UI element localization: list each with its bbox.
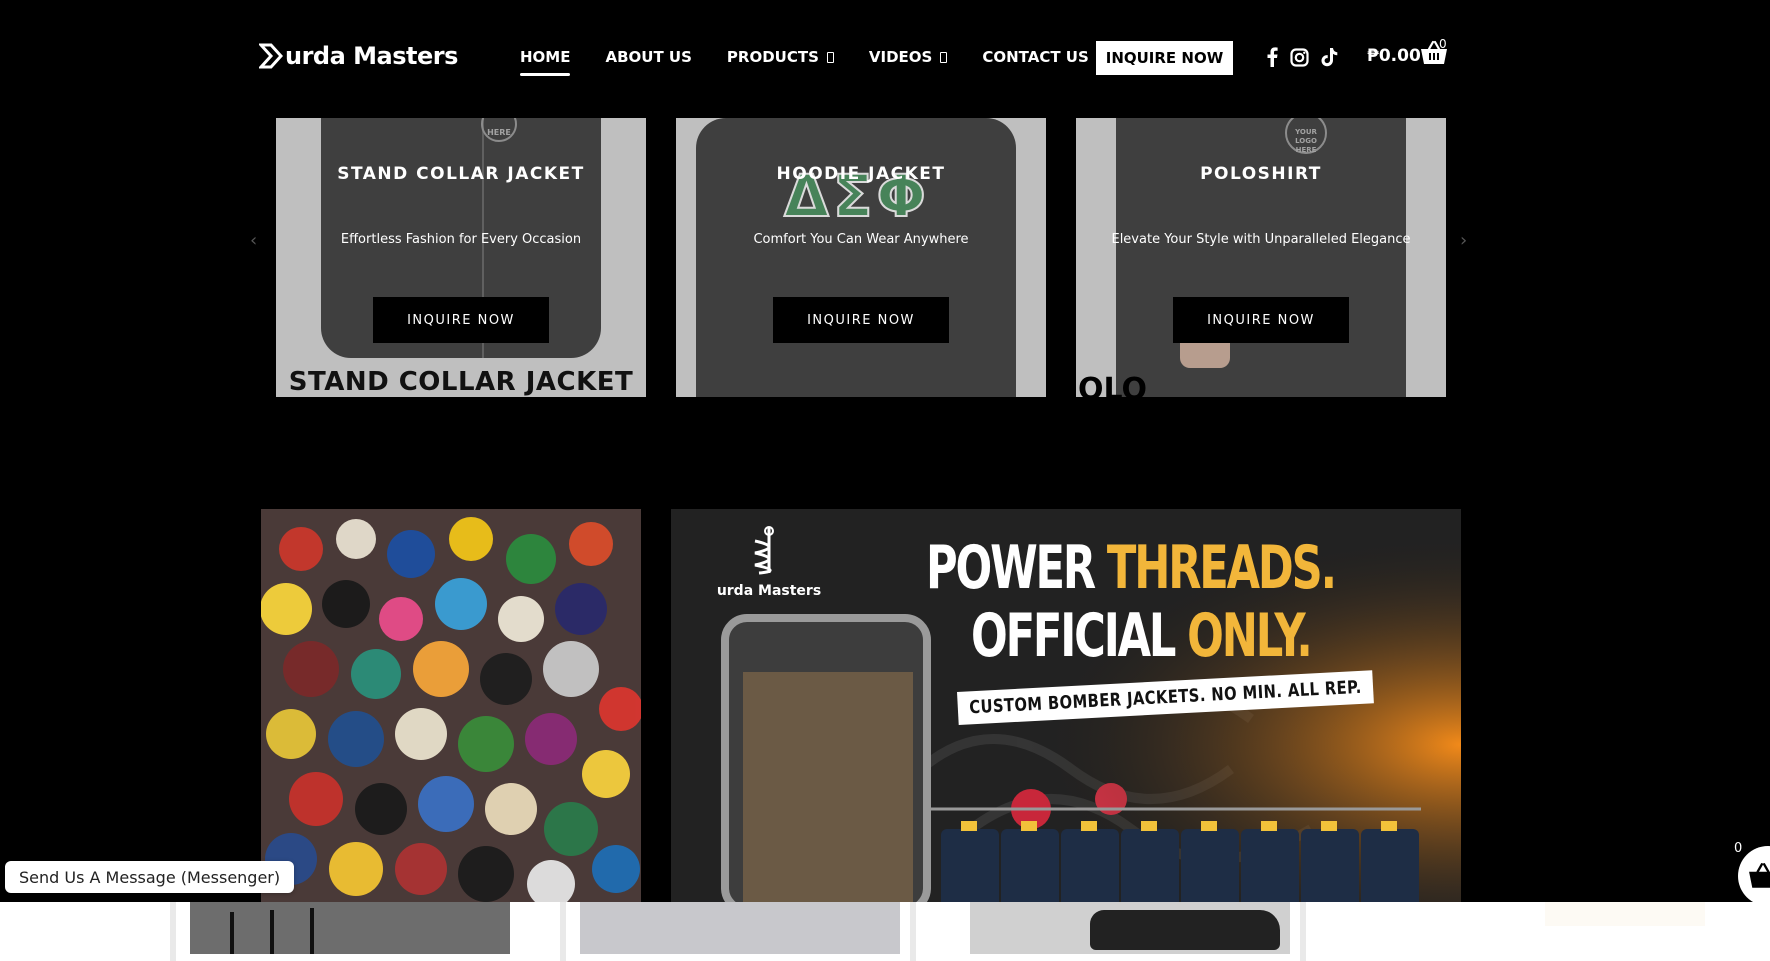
- patches-banner-image[interactable]: [261, 509, 641, 902]
- headline-threads: THREADS.: [1106, 533, 1337, 603]
- floating-cart-count: 0: [1734, 841, 1743, 856]
- facebook-icon[interactable]: [1266, 47, 1278, 67]
- card-subtitle: Elevate Your Style with Unparalleled Ele…: [1111, 232, 1411, 247]
- dropdown-caret-icon: [940, 51, 948, 63]
- card-inquire-button[interactable]: INQUIRE NOW: [1173, 297, 1349, 343]
- nav-about-label: ABOUT US: [605, 48, 692, 66]
- card-inquire-button[interactable]: INQUIRE NOW: [773, 297, 949, 343]
- logo-text: urda Masters: [285, 42, 458, 70]
- nav-products-label: PRODUCTS: [726, 48, 819, 66]
- headline-official: OFFICIAL: [971, 601, 1188, 671]
- social-links: [1266, 47, 1338, 67]
- nav-videos[interactable]: VIDEOS: [868, 48, 948, 66]
- nav-contact-us[interactable]: CONTACT US: [982, 48, 1088, 66]
- cart-amount[interactable]: ₱0.00: [1367, 46, 1421, 66]
- embroidered-patches-illustration: [261, 509, 641, 902]
- inquire-now-button[interactable]: INQUIRE NOW: [1096, 41, 1233, 75]
- banner-headline-line2: OFFICIAL ONLY.: [971, 601, 1313, 671]
- card-subtitle: Comfort You Can Wear Anywhere: [753, 232, 969, 247]
- needle-thread-icon: [754, 526, 774, 575]
- instagram-icon[interactable]: [1290, 47, 1309, 67]
- nav-videos-label: VIDEOS: [868, 48, 933, 66]
- carousel-next-arrow[interactable]: ›: [1460, 230, 1467, 251]
- logo-mark-icon: [259, 43, 283, 69]
- thumbnail-image[interactable]: [190, 902, 510, 954]
- site-header: urda Masters HOME ABOUT US PRODUCTS VIDE…: [0, 0, 1770, 118]
- carousel-prev-arrow[interactable]: ‹: [250, 230, 257, 251]
- nav-products[interactable]: PRODUCTS: [727, 48, 834, 66]
- nav-contact-label: CONTACT US: [982, 48, 1089, 66]
- card-image-caption: STAND COLLAR JACKET: [288, 367, 634, 397]
- card-title: HOODIE JACKET: [776, 164, 946, 184]
- power-threads-banner[interactable]: urda Masters POWER THREADS. OFFICIAL ONL…: [671, 509, 1461, 902]
- nav-about-us[interactable]: ABOUT US: [605, 48, 691, 66]
- tiktok-icon[interactable]: [1321, 47, 1338, 67]
- bottom-thumbnail-strip: [0, 902, 1770, 961]
- product-card-stand-collar[interactable]: HERE STAND COLLAR JACKET Effortless Fash…: [276, 118, 646, 397]
- nav-home[interactable]: HOME: [520, 48, 571, 76]
- messenger-chat-button[interactable]: Send Us A Message (Messenger): [5, 861, 295, 893]
- basket-icon: [1749, 863, 1770, 888]
- banner-logo: urda Masters: [709, 525, 829, 599]
- phone-image: [721, 614, 931, 902]
- card-title: STAND COLLAR JACKET: [337, 164, 585, 184]
- product-card-poloshirt[interactable]: YOUR LOGO HERE POLOSHIRT Elevate Your St…: [1076, 118, 1446, 397]
- card-inquire-button[interactable]: INQUIRE NOW: [373, 297, 549, 343]
- card-title: POLOSHIRT: [1200, 164, 1322, 184]
- cart-count-badge: 0: [1439, 37, 1447, 51]
- thumbnail-image[interactable]: [580, 902, 900, 954]
- main-nav: HOME ABOUT US PRODUCTS VIDEOS CONTACT US: [520, 48, 1124, 76]
- nav-home-label: HOME: [520, 48, 571, 66]
- product-carousel: HERE STAND COLLAR JACKET Effortless Fash…: [276, 118, 1446, 397]
- banner-headline-line1: POWER THREADS.: [926, 533, 1337, 603]
- card-image-caption: OLO: [1078, 372, 1148, 397]
- dropdown-caret-icon: [826, 51, 834, 63]
- headline-power: POWER: [926, 533, 1107, 603]
- thumbnail-image[interactable]: [970, 902, 1290, 954]
- product-card-hoodie[interactable]: ΔΣΦ HOODIE JACKET Comfort You Can Wear A…: [676, 118, 1046, 397]
- site-logo[interactable]: urda Masters: [259, 42, 458, 70]
- headline-only: ONLY.: [1187, 601, 1313, 671]
- card-subtitle: Effortless Fashion for Every Occasion: [340, 232, 582, 247]
- floating-cart-button[interactable]: [1738, 846, 1770, 906]
- banner-logo-text: urda Masters: [716, 583, 822, 599]
